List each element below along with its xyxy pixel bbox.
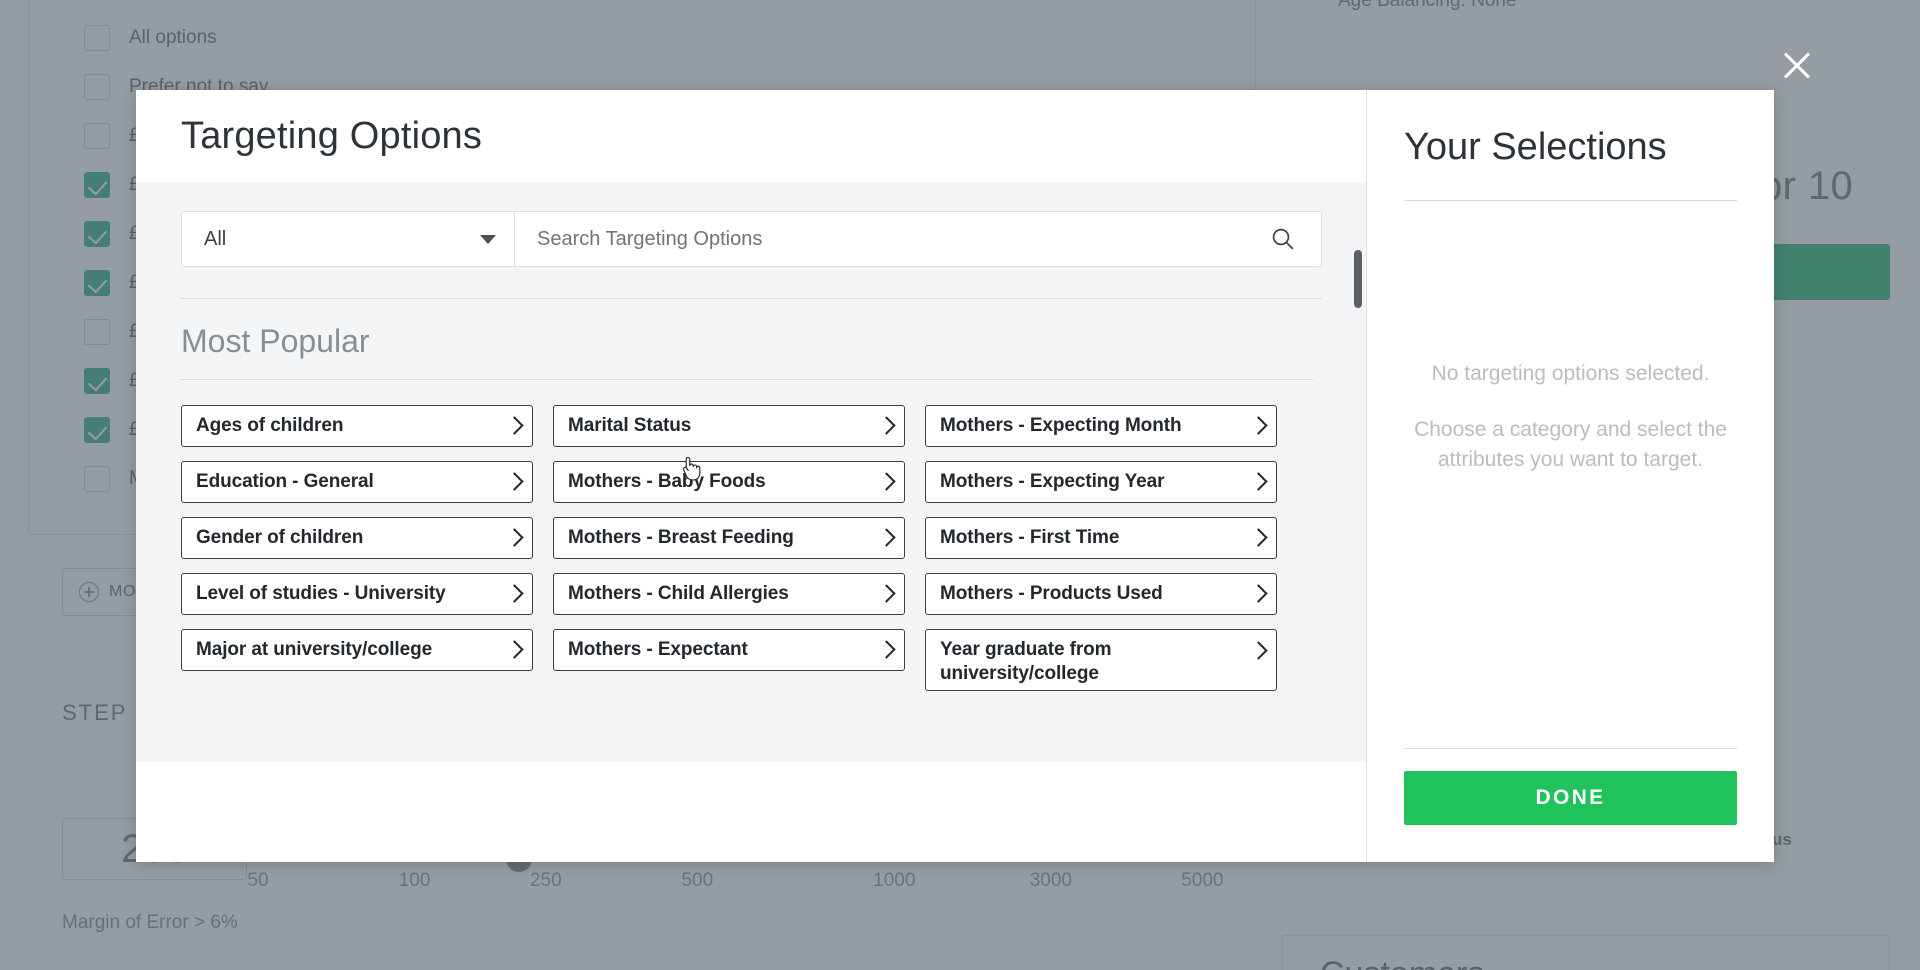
chevron-right-icon	[879, 471, 892, 493]
modal-body-scroll-thumb[interactable]	[1354, 250, 1362, 308]
targeting-option-button[interactable]: Mothers - Breast Feeding	[553, 517, 905, 559]
chevron-right-icon	[1251, 527, 1264, 549]
selections-pane: Your Selections No targeting options sel…	[1367, 90, 1774, 862]
chevron-right-icon	[879, 583, 892, 605]
chevron-right-icon	[507, 471, 520, 493]
targeting-option-label: Gender of children	[196, 527, 364, 548]
targeting-option-button[interactable]: Level of studies - University	[181, 573, 533, 615]
targeting-option-label: Mothers - Products Used	[940, 583, 1163, 604]
targeting-option-label: Mothers - Expecting Month	[940, 415, 1182, 436]
targeting-option-label: Year graduate from university/college	[940, 639, 1112, 684]
selections-divider-bottom	[1404, 748, 1737, 749]
chevron-right-icon	[1251, 471, 1264, 493]
chevron-right-icon	[1251, 415, 1264, 437]
modal-body-scrollbar[interactable]	[1354, 182, 1362, 762]
chevron-right-icon	[879, 527, 892, 549]
targeting-option-label: Mothers - Breast Feeding	[568, 527, 794, 548]
targeting-option-label: Mothers - Baby Foods	[568, 471, 766, 492]
targeting-option-label: Mothers - Child Allergies	[568, 583, 789, 604]
chevron-right-icon	[507, 527, 520, 549]
targeting-option-label: Major at university/college	[196, 639, 433, 660]
targeting-option-label: Ages of children	[196, 415, 344, 436]
targeting-option-label: Marital Status	[568, 415, 692, 436]
modal-main-pane: Targeting Options All Search Targeting O…	[136, 90, 1367, 862]
chevron-right-icon	[507, 583, 520, 605]
targeting-option-label: Mothers - Expecting Year	[940, 471, 1165, 492]
category-select-value: All	[204, 227, 227, 250]
search-input[interactable]	[537, 227, 1270, 251]
close-icon[interactable]	[1777, 45, 1817, 85]
targeting-option-button[interactable]: Major at university/college	[181, 629, 533, 671]
chevron-right-icon	[507, 639, 520, 661]
search-input-wrap	[515, 212, 1321, 266]
modal-body: All Most Popular Ages of childrenMarit	[136, 182, 1366, 762]
chevron-right-icon	[879, 639, 892, 661]
chevron-right-icon	[879, 415, 892, 437]
selections-empty-primary: No targeting options selected.	[1431, 361, 1710, 385]
targeting-option-button[interactable]: Mothers - Expecting Year	[925, 461, 1277, 503]
targeting-option-button[interactable]: Education - General	[181, 461, 533, 503]
targeting-option-label: Mothers - Expectant	[568, 639, 748, 660]
targeting-option-button[interactable]: Mothers - Products Used	[925, 573, 1277, 615]
section-divider-bottom	[181, 379, 1313, 380]
targeting-option-button[interactable]: Marital Status	[553, 405, 905, 447]
targeting-option-button[interactable]: Mothers - Expectant	[553, 629, 905, 671]
targeting-option-button[interactable]: Year graduate from university/college	[925, 629, 1277, 691]
selections-title: Your Selections	[1404, 126, 1667, 168]
page-title: Targeting Options	[181, 114, 483, 157]
targeting-option-button[interactable]: Gender of children	[181, 517, 533, 559]
chevron-right-icon	[1251, 583, 1264, 605]
selections-empty-state: No targeting options selected. Choose a …	[1404, 201, 1737, 748]
targeting-option-label: Education - General	[196, 471, 374, 492]
modal-footer	[136, 762, 1366, 862]
category-select[interactable]: All	[182, 212, 515, 266]
done-button[interactable]: DONE	[1404, 771, 1737, 825]
search-row: All	[181, 211, 1322, 267]
targeting-option-button[interactable]: Mothers - First Time	[925, 517, 1277, 559]
targeting-option-button[interactable]: Mothers - Baby Foods	[553, 461, 905, 503]
targeting-options-modal: Targeting Options All Search Targeting O…	[136, 90, 1774, 862]
targeting-option-button[interactable]: Ages of children	[181, 405, 533, 447]
targeting-option-label: Mothers - First Time	[940, 527, 1120, 548]
chevron-right-icon	[507, 415, 520, 437]
section-title: Most Popular	[181, 323, 370, 359]
targeting-option-label: Level of studies - University	[196, 583, 446, 604]
chevron-right-icon	[1251, 640, 1264, 662]
targeting-option-grid: Ages of children Marital Status Mothers - …	[181, 405, 1321, 691]
selections-empty-secondary: Choose a category and select the attribu…	[1414, 417, 1727, 471]
targeting-option-button[interactable]: Mothers - Expecting Month	[925, 405, 1277, 447]
targeting-option-button[interactable]: Mothers - Child Allergies	[553, 573, 905, 615]
chevron-down-icon	[480, 234, 496, 244]
search-icon[interactable]	[1270, 226, 1296, 252]
section-divider-top	[181, 298, 1322, 299]
modal-header: Targeting Options	[136, 90, 1366, 182]
